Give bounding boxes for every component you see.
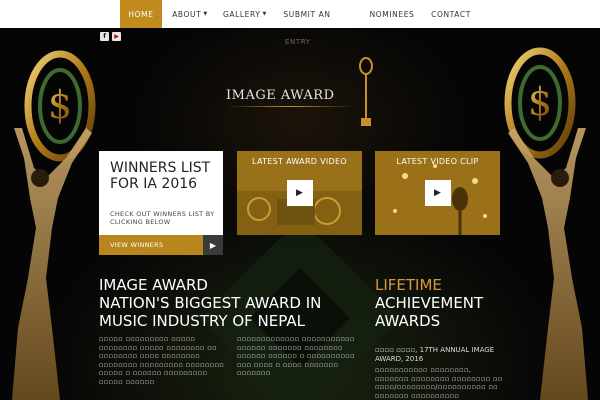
youtube-icon[interactable]: ▶ — [112, 32, 121, 41]
latest-video-clip-card[interactable]: LATEST VIDEO CLIP ▶ — [375, 151, 500, 235]
nav-contact[interactable]: CONTACT — [428, 0, 474, 28]
nav-submit-label: SUBMIT AN — [283, 9, 331, 19]
winners-card: WINNERS LIST FOR IA 2016 CHECK OUT WINNE… — [99, 151, 223, 235]
view-winners-label: VIEW WINNERS — [110, 241, 164, 249]
nav-home-label: HOME — [128, 9, 154, 19]
nav-nominees[interactable]: NOMINEES — [366, 0, 418, 28]
play-arrow-icon: ▶ — [203, 235, 223, 255]
nav-home[interactable]: HOME — [120, 0, 162, 28]
facebook-icon[interactable]: f — [100, 32, 109, 41]
nav-submit-label-continuation[interactable]: ENTRY — [285, 38, 311, 46]
chevron-down-icon: ▼ — [262, 11, 267, 17]
top-navigation: HOME ABOUT ▼ GALLERY ▼ SUBMIT AN NOMINEES … — [0, 0, 600, 28]
nav-about-label: ABOUT — [172, 9, 202, 19]
svg-text:$: $ — [48, 83, 72, 127]
nav-gallery[interactable]: GALLERY ▼ — [220, 0, 270, 28]
lifetime-heading: LIFETIME ACHIEVEMENT AWARDS — [375, 276, 505, 330]
lifetime-date-line: ▫▫▫▫ ▫▫▫▫, 17TH ANNUAL IMAGE AWARD, 2016 — [375, 346, 495, 363]
intro-body-right: ▫▫▫▫▫▫▫▫▫▫▫▫▫ ▫▫▫▫▫▫▫▫▫▫▫ ▫▫▫▫▫▫ ▫▫▫▫▫▫▫… — [237, 335, 355, 377]
latest-video-clip-title: LATEST VIDEO CLIP — [396, 157, 479, 166]
svg-text:$: $ — [528, 80, 552, 124]
nav-contact-label: CONTACT — [431, 9, 471, 19]
winners-card-subtitle: CHECK OUT WINNERS LIST BY CLICKING BELOW — [110, 210, 215, 226]
latest-award-video-card[interactable]: LATEST AWARD VIDEO ▶ — [237, 151, 362, 235]
logo-underline — [226, 106, 354, 107]
lifetime-heading-accent: LIFETIME — [375, 276, 442, 294]
nav-about[interactable]: ABOUT ▼ — [168, 0, 212, 28]
play-icon[interactable]: ▶ — [424, 180, 451, 206]
lifetime-body: ▫▫▫▫▫▫▫▫▫▫▫ ▫▫▫▫▫▫▫▫, ▫▫▫▫▫▫▫ ▫▫▫▫▫▫▫▫ ▫… — [375, 366, 503, 400]
play-icon[interactable]: ▶ — [286, 180, 313, 206]
view-winners-button[interactable]: VIEW WINNERS ▶ — [99, 235, 223, 255]
chevron-down-icon: ▼ — [203, 11, 208, 17]
intro-heading: IMAGE AWARD NATION'S BIGGEST AWARD IN MU… — [99, 276, 322, 330]
latest-award-video-title: LATEST AWARD VIDEO — [252, 157, 347, 166]
nav-nominees-label: NOMINEES — [369, 9, 415, 19]
intro-body-left: ▫▫▫▫▫ ▫▫▫▫▫▫▫▫▫ ▫▫▫▫▫ ▫▫▫▫▫▫▫▫ ▫▫▫▫▫ ▫▫▫… — [99, 335, 225, 386]
winners-card-title: WINNERS LIST FOR IA 2016 — [110, 160, 211, 192]
nav-gallery-label: GALLERY — [222, 9, 261, 19]
nav-submit-entry[interactable]: SUBMIT AN — [280, 0, 334, 28]
site-logo[interactable]: IMAGE AWARD — [226, 88, 356, 106]
lifetime-heading-rest: ACHIEVEMENT AWARDS — [375, 294, 484, 330]
